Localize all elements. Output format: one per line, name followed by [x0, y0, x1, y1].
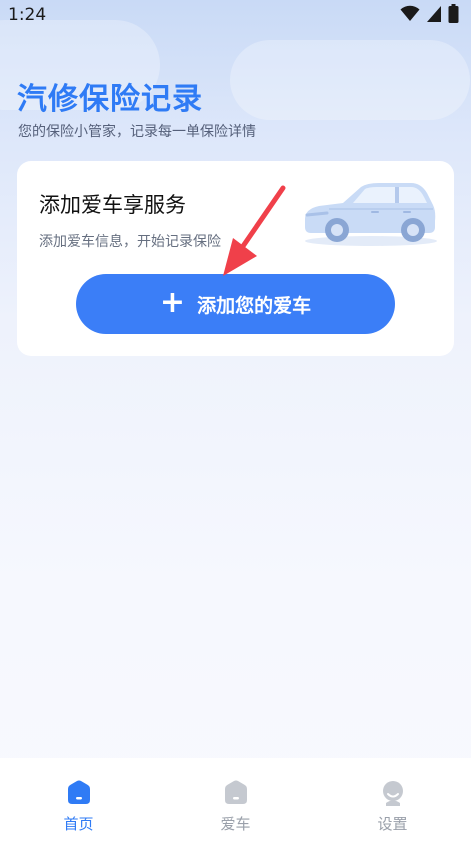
signal-icon: [427, 6, 441, 22]
wifi-icon: [400, 5, 420, 21]
background-decoration: [230, 40, 470, 120]
status-icons: [400, 4, 459, 24]
card-title: 添加爱车享服务: [39, 193, 186, 217]
app-title: 汽修保险记录: [17, 82, 203, 117]
home-icon: [67, 780, 90, 804]
nav-item-settings[interactable]: 设置: [314, 758, 471, 842]
app-screen: 1:24 汽修保险记录 您的保险小管家，记录每一单保险详情 添加爱车享服务 添加…: [0, 0, 471, 842]
status-bar: 1:24: [0, 0, 471, 30]
nav-item-home[interactable]: 首页: [0, 758, 157, 842]
nav-label-home: 首页: [63, 815, 94, 833]
nav-label-car: 爱车: [220, 815, 251, 833]
add-car-button-label: 添加您的爱车: [197, 294, 312, 317]
car-icon: [224, 780, 247, 804]
nav-label-settings: 设置: [377, 815, 408, 833]
add-car-card: 添加爱车享服务 添加爱车信息，开始记录保险 + 添加您的爱车: [17, 161, 454, 356]
bottom-navigation: 首页 爱车 设置: [0, 758, 471, 842]
app-subtitle: 您的保险小管家，记录每一单保险详情: [18, 124, 256, 140]
user-icon: [382, 781, 403, 806]
card-description: 添加爱车信息，开始记录保险: [39, 234, 221, 250]
car-illustration-icon: [305, 183, 437, 246]
plus-icon: +: [159, 284, 186, 320]
status-time: 1:24: [8, 5, 47, 25]
battery-icon: [448, 4, 459, 23]
nav-item-car[interactable]: 爱车: [157, 758, 314, 842]
add-car-button[interactable]: + 添加您的爱车: [76, 274, 395, 334]
